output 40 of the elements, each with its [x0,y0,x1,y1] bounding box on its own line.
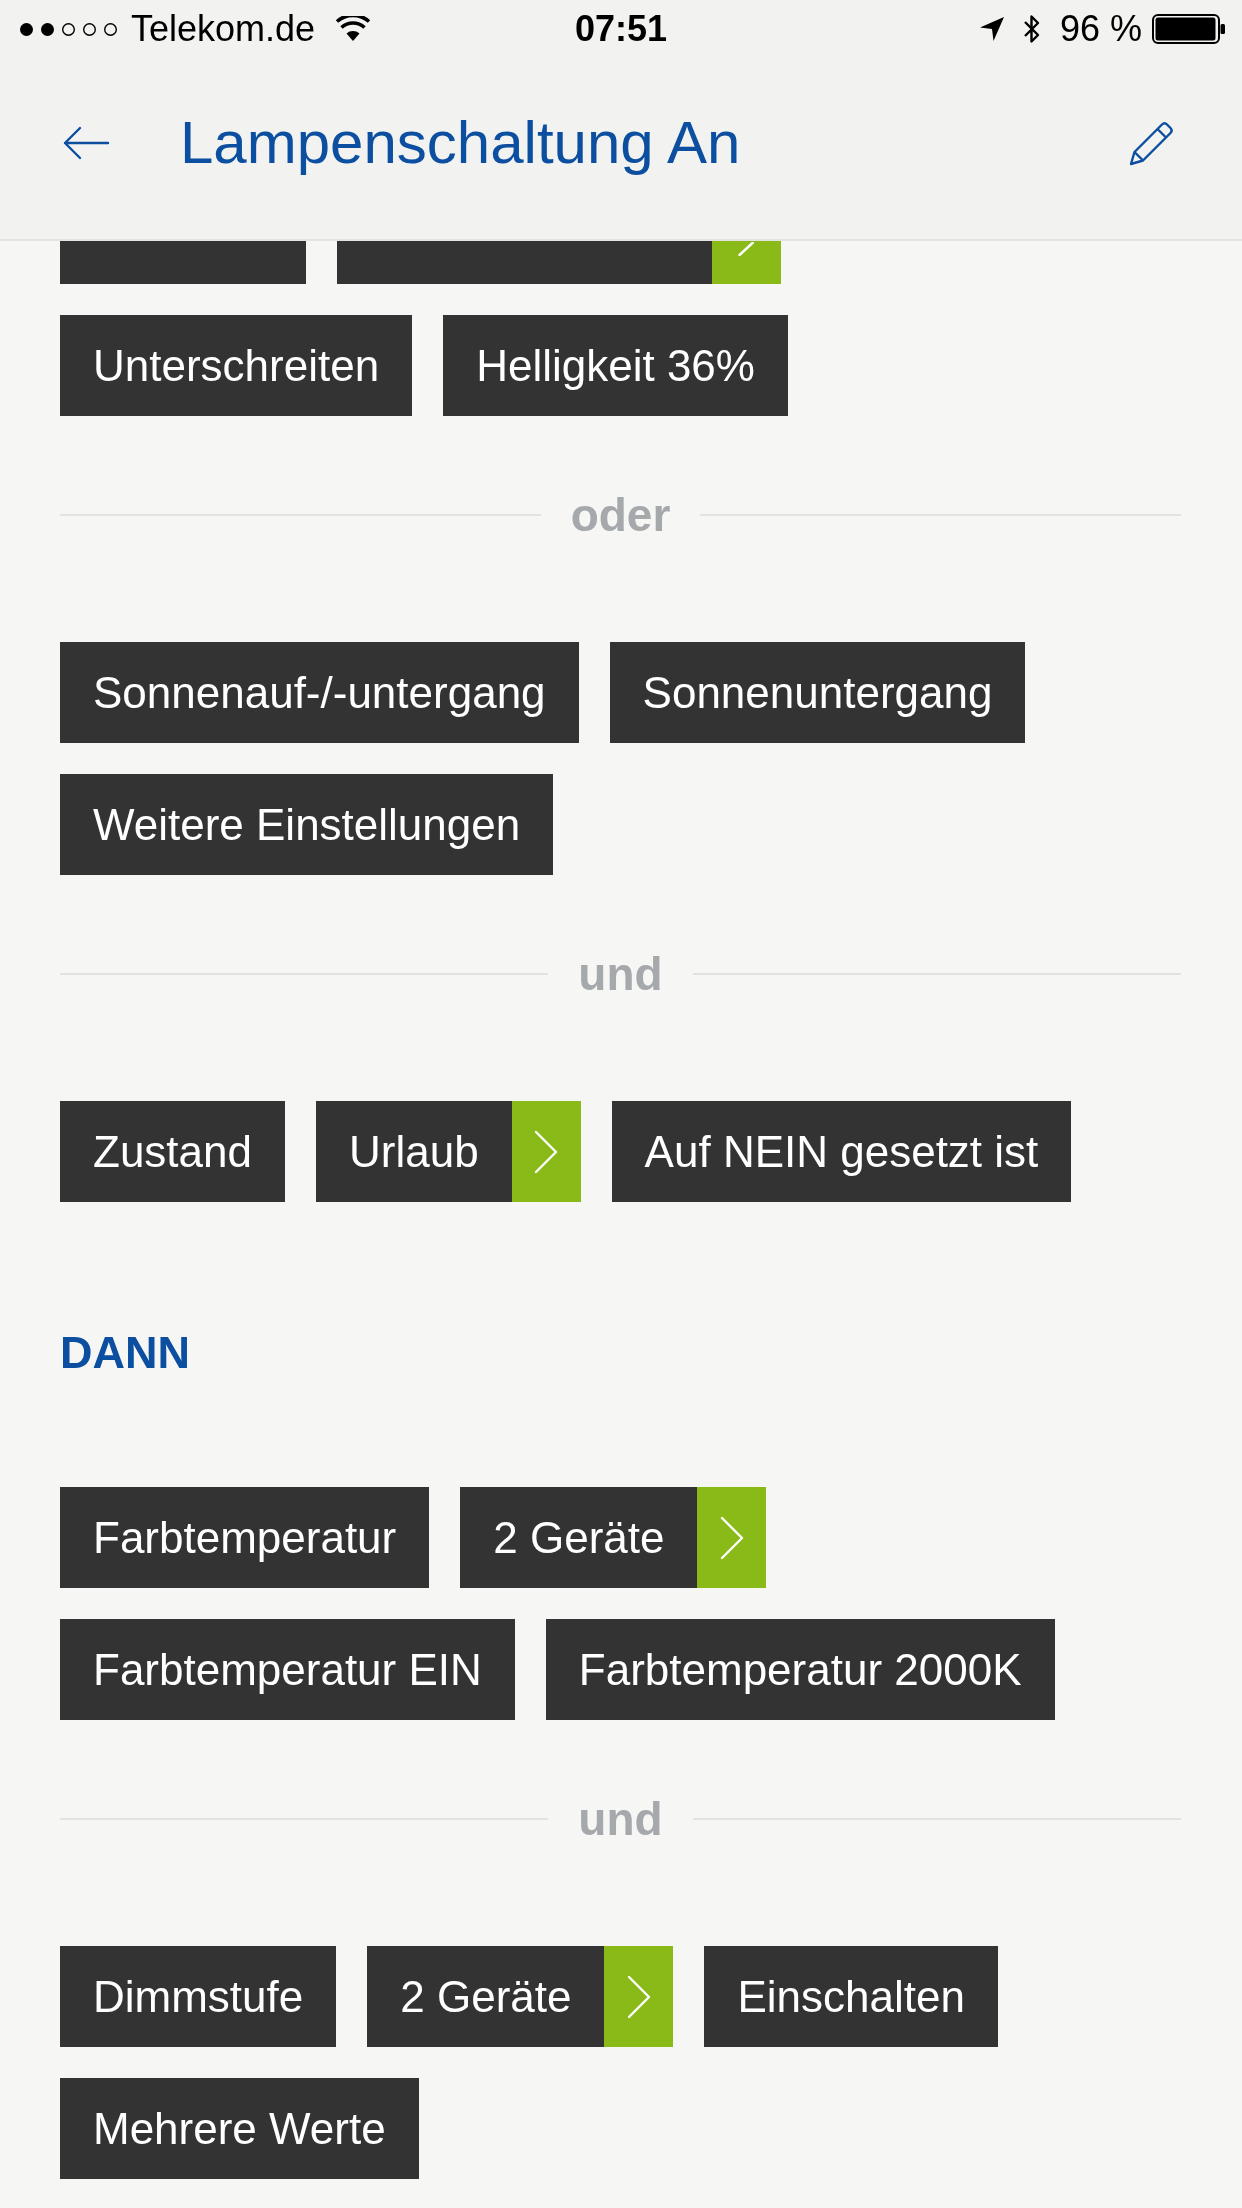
arrow-button[interactable] [604,1946,674,2047]
divider-label: und [577,947,664,1002]
section-heading: DANN [60,1326,190,1380]
rule-chip[interactable]: Unterschreiten [60,315,413,416]
clipped-chip[interactable] [60,241,306,284]
clock-time: 07:51 [574,8,668,50]
wifi-icon [335,16,372,42]
rule-chip[interactable]: Auf NEIN gesetzt ist [611,1101,1072,1202]
rule-chip[interactable]: Zustand [60,1101,285,1202]
rule-chip[interactable]: Urlaub [316,1101,512,1202]
location-arrow-icon [978,16,1005,42]
rule-chip[interactable]: Farbtemperatur [60,1487,430,1588]
divider-label: oder [569,488,672,543]
rule-chip[interactable]: Farbtemperatur EIN [60,1619,515,1720]
arrow-button[interactable] [697,1487,767,1588]
rule-chip[interactable]: Helligkeit 36% [443,315,788,416]
rule-chip[interactable]: Dimmstufe [60,1946,337,2047]
signal-strength-icon [19,21,120,37]
battery-percentage: 96 % [1059,8,1142,50]
rule-chip[interactable]: Sonnenuntergang [609,642,1026,743]
back-icon[interactable] [62,124,110,161]
rule-chip[interactable]: 2 Geräte [460,1487,698,1588]
chevron-icon [719,1515,744,1560]
rule-chip[interactable]: 2 Geräte [367,1946,605,2047]
chevron-icon [626,1974,651,2019]
chevron-icon [738,242,754,256]
arrow-button[interactable] [511,1101,581,1202]
rule-chip[interactable]: Einschalten [704,1946,998,2047]
chevron-icon [534,1129,559,1174]
rule-chip[interactable]: Sonnenauf-/-untergang [60,642,579,743]
bluetooth-icon [1021,13,1042,45]
screen-title: Lampenschaltung An [180,108,741,177]
battery-icon [1152,14,1226,44]
arrow-button[interactable] [712,241,781,284]
clipped-chip[interactable] [337,241,712,284]
rule-chip[interactable]: Farbtemperatur 2000K [545,1619,1055,1720]
rule-chip[interactable]: Weitere Einstellungen [60,774,554,875]
carrier-name: Telekom.de [131,8,316,50]
rule-chip[interactable]: Mehrere Werte [60,2078,419,2179]
divider-label: und [577,1792,664,1847]
